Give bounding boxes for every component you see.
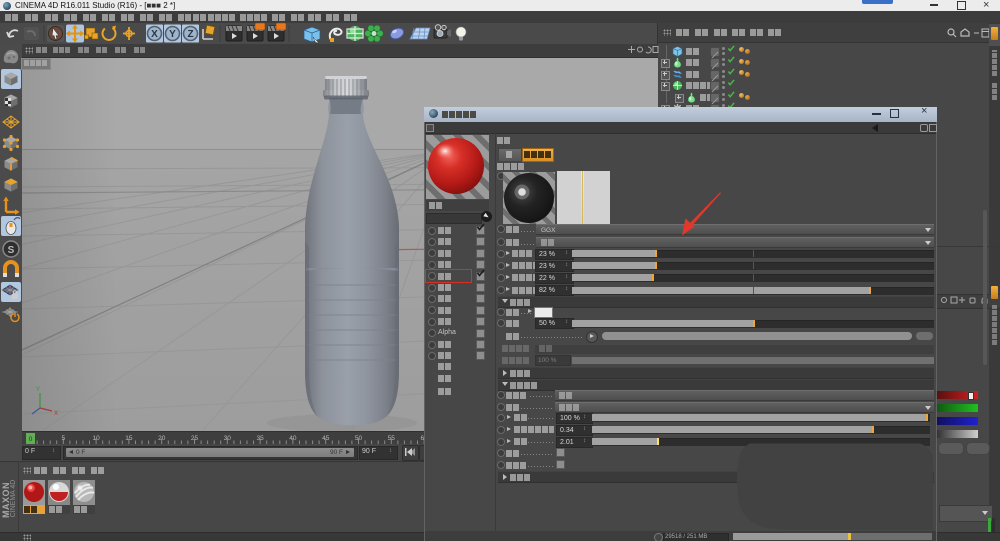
svg-text:5: 5 xyxy=(61,435,65,442)
svg-text:55: 55 xyxy=(388,435,396,442)
svg-text:25: 25 xyxy=(191,435,199,442)
svg-text:10: 10 xyxy=(92,435,100,442)
svg-text:50: 50 xyxy=(355,435,363,442)
svg-text:40: 40 xyxy=(289,435,297,442)
svg-text:S: S xyxy=(8,245,15,256)
svg-text:Y: Y xyxy=(169,29,176,40)
svg-text:35: 35 xyxy=(256,435,264,442)
svg-text:0: 0 xyxy=(29,436,33,443)
svg-text:Z: Z xyxy=(187,29,193,40)
svg-text:30: 30 xyxy=(224,435,232,442)
svg-text:20: 20 xyxy=(158,435,166,442)
svg-text:15: 15 xyxy=(125,435,133,442)
svg-text:X: X xyxy=(151,29,158,40)
svg-text:45: 45 xyxy=(322,435,330,442)
